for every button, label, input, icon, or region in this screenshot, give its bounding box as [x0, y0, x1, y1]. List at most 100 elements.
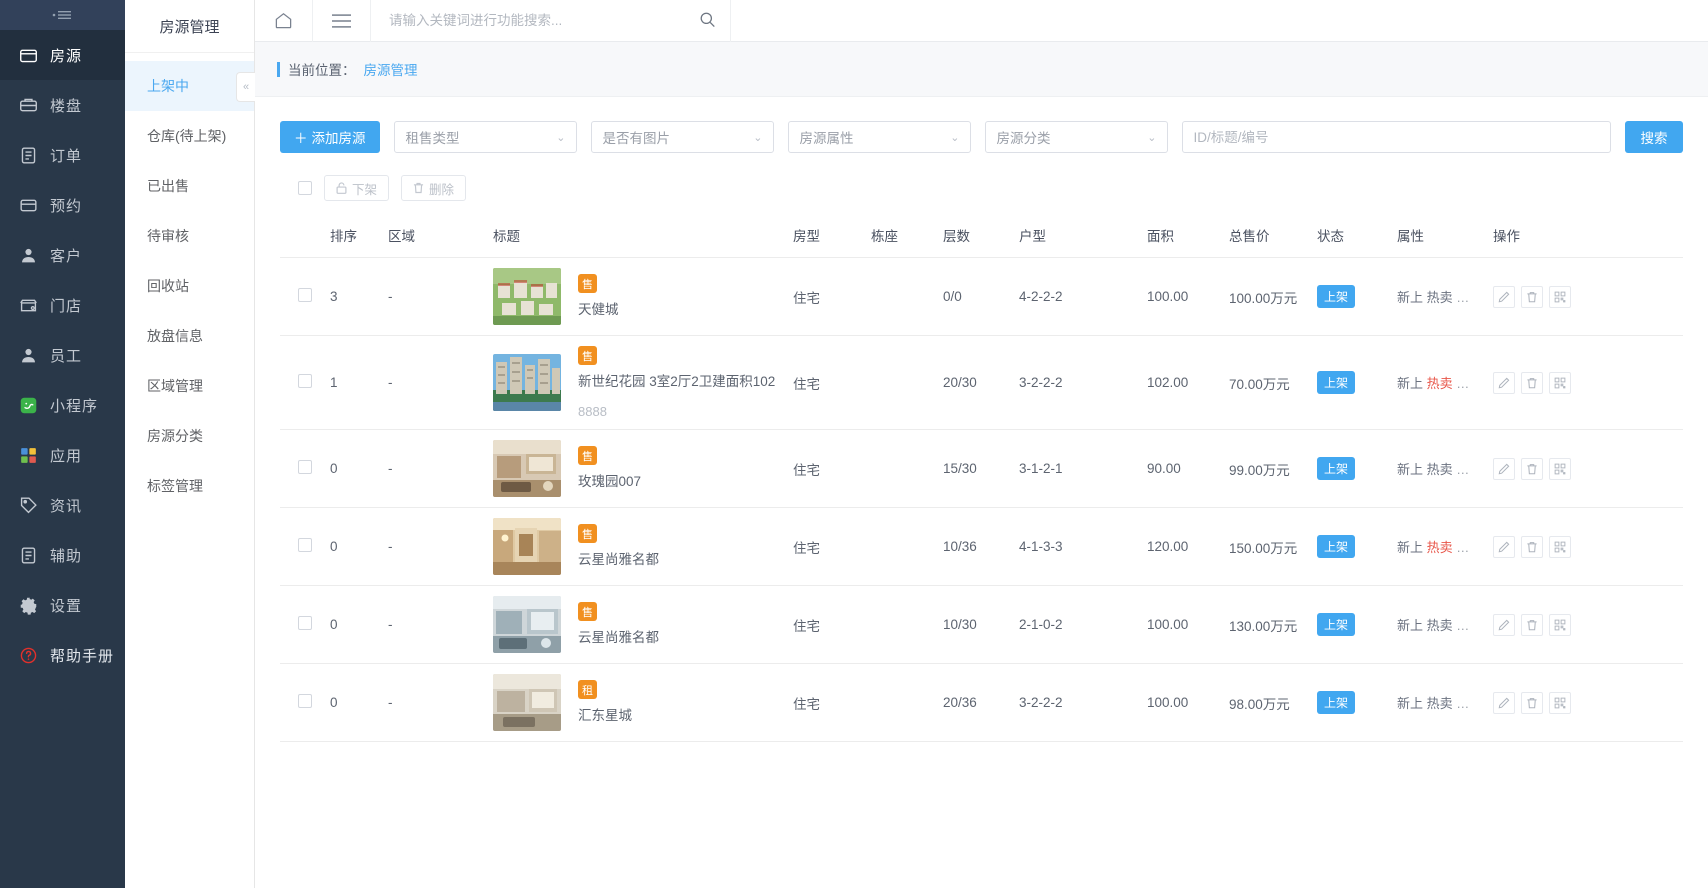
row-op-trash-button[interactable]	[1521, 457, 1543, 480]
listing-title[interactable]: 玫瑰园007	[578, 472, 641, 491]
listing-thumbnail[interactable]	[493, 440, 561, 497]
search-submit-button[interactable]	[699, 11, 716, 31]
row-op-qrcode-button[interactable]	[1549, 613, 1571, 636]
row-checkbox[interactable]	[298, 374, 312, 388]
breadcrumb: 当前位置： 房源管理	[277, 59, 418, 79]
subnav-collapse-handle[interactable]: «	[236, 72, 255, 102]
listing-title[interactable]: 新世纪花园 3室2厅2卫建面积102	[578, 372, 775, 391]
cell-building	[871, 335, 943, 430]
listing-title[interactable]: 云星尚雅名都	[578, 628, 659, 647]
bulk-delete-button[interactable]: 删除	[401, 175, 467, 201]
row-op-edit-pencil-button[interactable]	[1493, 371, 1515, 394]
listing-thumbnail[interactable]	[493, 268, 561, 325]
table-row[interactable]: 1- 售新世纪花园 3室2厅2卫建面积102 8888 住宅 20/30 3-2-2-2 1…	[280, 335, 1683, 430]
subnav-item-4[interactable]: 待审核	[125, 211, 254, 261]
sidebar-item-8[interactable]: 小程序	[0, 380, 125, 430]
row-op-edit-pencil-button[interactable]	[1493, 535, 1515, 558]
cell-price: 70.00万元	[1229, 335, 1317, 430]
bulk-unlist-button[interactable]: 下架	[324, 175, 390, 201]
sidebar-item-label: 应用	[50, 447, 83, 465]
listing-thumbnail[interactable]	[493, 354, 561, 411]
listing-thumbnail[interactable]	[493, 674, 561, 731]
filter-select-property-category[interactable]: 房源分类 ⌄	[984, 121, 1168, 153]
table-row[interactable]: 0- 售云星尚雅名都 住宅 10/36 4-1-3-3 120.00 150.00万元 上架 新…	[280, 507, 1683, 586]
sidebar-item-9[interactable]: 应用	[0, 430, 125, 480]
cell-title: 售玫瑰园007	[493, 429, 793, 508]
row-op-qrcode-button[interactable]	[1549, 691, 1571, 714]
listing-title[interactable]: 云星尚雅名都	[578, 550, 659, 569]
row-operations	[1493, 371, 1683, 394]
home-button[interactable]	[255, 0, 313, 42]
sidebar-item-12[interactable]: 设置	[0, 580, 125, 630]
attr-overflow-ellipsis: …	[1452, 696, 1470, 711]
cell-building	[871, 585, 943, 664]
table-row[interactable]: 0- 租汇东星城 住宅 20/36 3-2-2-2 100.00 98.00万元 上架 新上 热…	[280, 663, 1683, 742]
row-op-trash-button[interactable]	[1521, 535, 1543, 558]
chevron-down-icon: ⌄	[1147, 131, 1157, 144]
row-checkbox[interactable]	[298, 694, 312, 708]
sidebar-item-10[interactable]: 资讯	[0, 480, 125, 530]
subnav-item-3[interactable]: 已出售	[125, 161, 254, 211]
keyword-input[interactable]	[1181, 121, 1611, 153]
row-op-qrcode-button[interactable]	[1549, 535, 1571, 558]
listing-title[interactable]: 汇东星城	[578, 706, 632, 725]
row-checkbox[interactable]	[298, 460, 312, 474]
table-row[interactable]: 0- 售云星尚雅名都 住宅 10/30 2-1-0-2 100.00 130.00万元 上架 新…	[280, 585, 1683, 664]
search-input[interactable]	[389, 13, 691, 28]
sidebar-item-3[interactable]: 订单	[0, 130, 125, 180]
cell-sort: 3	[330, 257, 388, 336]
breadcrumb-current[interactable]: 房源管理	[364, 59, 418, 79]
listing-title[interactable]: 天健城	[578, 300, 619, 319]
row-checkbox[interactable]	[298, 288, 312, 302]
filter-select-property-attribute[interactable]: 房源属性 ⌄	[787, 121, 971, 153]
sidebar-item-2[interactable]: 楼盘	[0, 80, 125, 130]
sidebar-item-13[interactable]: 帮助手册	[0, 630, 125, 680]
th-layout: 户型	[1019, 213, 1147, 258]
subnav-item-5[interactable]: 回收站	[125, 261, 254, 311]
cell-building	[871, 257, 943, 336]
row-op-qrcode-button[interactable]	[1549, 457, 1571, 480]
subnav-item-6[interactable]: 放盘信息	[125, 311, 254, 361]
row-op-edit-pencil-button[interactable]	[1493, 691, 1515, 714]
table-row[interactable]: 3- 售天健城 住宅 0/0 4-2-2-2 100.00 100.00万元 上架 新上 热卖 …	[280, 257, 1683, 336]
table-row[interactable]: 0- 售玫瑰园007 住宅 15/30 3-1-2-1 90.00 99.00万元 上架 新上 …	[280, 429, 1683, 508]
filter-select-has-image[interactable]: 是否有图片 ⌄	[590, 121, 774, 153]
row-op-trash-button[interactable]	[1521, 691, 1543, 714]
subnav-item-8[interactable]: 房源分类	[125, 411, 254, 461]
subnav-item-9[interactable]: 标签管理	[125, 461, 254, 511]
row-checkbox[interactable]	[298, 616, 312, 630]
sidebar-item-6[interactable]: 门店	[0, 280, 125, 330]
row-op-edit-pencil-button[interactable]	[1493, 457, 1515, 480]
add-listing-button[interactable]: ＋ 添加房源	[280, 121, 380, 153]
trash-icon	[1526, 619, 1538, 631]
row-op-edit-pencil-button[interactable]	[1493, 613, 1515, 636]
cell-layout: 3-1-2-1	[1019, 429, 1147, 508]
sidebar-item-4[interactable]: 预约	[0, 180, 125, 230]
filter-select-rent-sale-type[interactable]: 租售类型 ⌄	[393, 121, 577, 153]
search-button[interactable]: 搜索	[1625, 121, 1683, 153]
row-op-edit-pencil-button[interactable]	[1493, 285, 1515, 308]
row-op-qrcode-button[interactable]	[1549, 285, 1571, 308]
subnav-item-1[interactable]: 上架中	[125, 61, 254, 111]
listing-thumbnail[interactable]	[493, 596, 561, 653]
select-all-checkbox[interactable]	[298, 181, 312, 195]
breadcrumb-prefix: 当前位置：	[288, 63, 356, 78]
cell-layout: 3-2-2-2	[1019, 663, 1147, 742]
sidebar-item-7[interactable]: 员工	[0, 330, 125, 380]
subnav-item-label: 回收站	[147, 278, 189, 294]
sidebar-collapse-toggle[interactable]	[0, 0, 125, 30]
subnav-item-2[interactable]: 仓库(待上架)	[125, 111, 254, 161]
row-op-qrcode-button[interactable]	[1549, 371, 1571, 394]
cell-operations	[1493, 585, 1683, 664]
sidebar-item-11[interactable]: 辅助	[0, 530, 125, 580]
subnav-item-7[interactable]: 区域管理	[125, 361, 254, 411]
row-checkbox[interactable]	[298, 538, 312, 552]
row-op-trash-button[interactable]	[1521, 613, 1543, 636]
menu-toggle-button[interactable]	[313, 0, 371, 42]
row-op-trash-button[interactable]	[1521, 285, 1543, 308]
title-cell: 租汇东星城	[493, 674, 793, 731]
row-op-trash-button[interactable]	[1521, 371, 1543, 394]
sidebar-item-5[interactable]: 客户	[0, 230, 125, 280]
sidebar-item-1[interactable]: 房源	[0, 30, 125, 80]
listing-thumbnail[interactable]	[493, 518, 561, 575]
